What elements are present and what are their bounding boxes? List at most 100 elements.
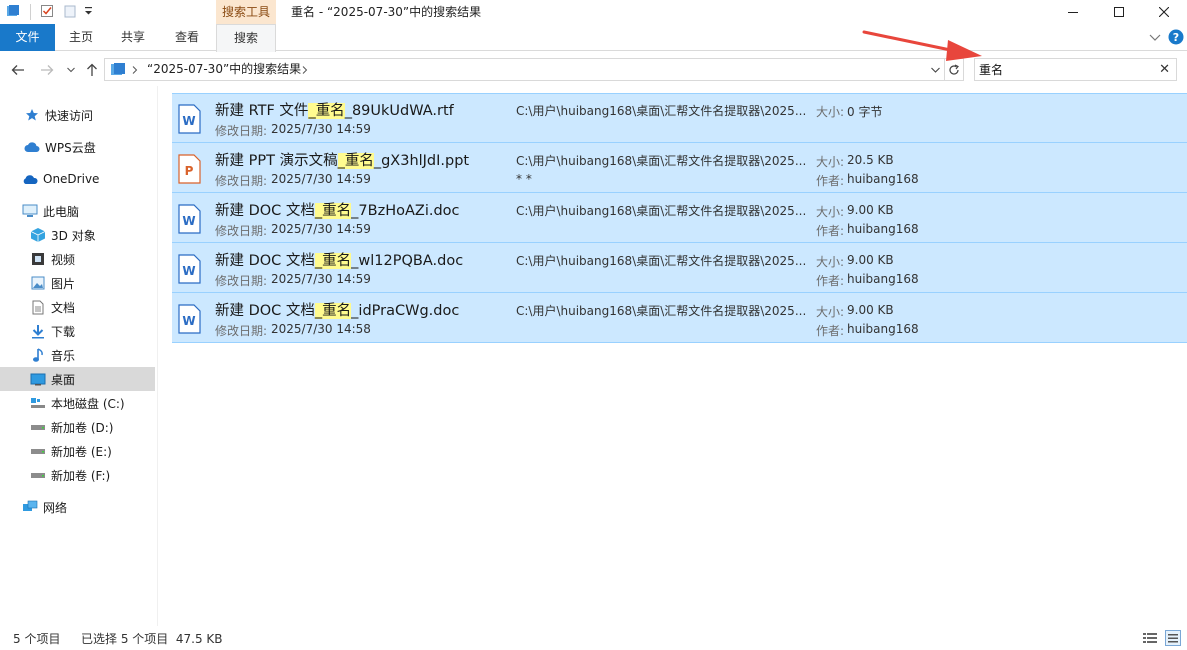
address-history-dropdown[interactable]	[927, 59, 944, 80]
nav-item-downloads[interactable]: 下载	[0, 319, 155, 343]
nav-item-label: 快速访问	[45, 108, 94, 123]
modified-date: 2025/7/30 14:59	[271, 272, 371, 286]
file-name[interactable]: 新建 DOC 文档_重名_idPraCWg.doc	[215, 299, 459, 320]
file-author: huibang168	[847, 322, 919, 336]
new-folder-icon[interactable]	[63, 4, 77, 18]
picture-icon	[30, 275, 46, 291]
nav-item-label: OneDrive	[43, 172, 100, 186]
document-icon	[30, 299, 46, 315]
file-row[interactable]: W 新建 DOC 文档_重名_7BzHoAZi.doc 修改日期: 2025/7…	[172, 193, 1187, 243]
expand-ribbon-icon[interactable]	[1149, 33, 1161, 43]
nav-item-onedrive[interactable]: OneDrive	[0, 167, 155, 191]
file-row[interactable]: W 新建 DOC 文档_重名_wl12PQBA.doc 修改日期: 2025/7…	[172, 243, 1187, 293]
tab-view[interactable]: 查看	[163, 24, 211, 51]
size-label: 大小:	[816, 155, 845, 169]
search-box[interactable]: ✕	[974, 58, 1177, 81]
music-icon	[30, 347, 46, 363]
author-label: 作者:	[816, 224, 845, 238]
help-icon[interactable]: ?	[1168, 29, 1184, 45]
nav-item-pictures[interactable]: 图片	[0, 271, 155, 295]
file-name-prefix: 新建 RTF 文件	[215, 103, 309, 119]
file-name[interactable]: 新建 PPT 演示文稿_重名_gX3hlJdI.ppt	[215, 149, 469, 170]
nav-item-label: 视频	[51, 252, 76, 267]
file-name-suffix: _gX3hlJdI.ppt	[373, 153, 470, 169]
file-path: C:\用户\huibang168\桌面\汇帮文件名提取器\2025...	[516, 254, 807, 268]
file-path: C:\用户\huibang168\桌面\汇帮文件名提取器\2025...	[516, 204, 807, 218]
minimize-button[interactable]	[1050, 0, 1096, 24]
file-row[interactable]: P 新建 PPT 演示文稿_重名_gX3hlJdI.ppt 修改日期: 2025…	[172, 143, 1187, 193]
file-extra-info: * *	[516, 172, 532, 186]
tab-home[interactable]: 主页	[57, 24, 105, 51]
search-results-folder-icon	[111, 63, 125, 75]
file-row[interactable]: W 新建 DOC 文档_重名_idPraCWg.doc 修改日期: 2025/7…	[172, 293, 1187, 343]
nav-item-documents[interactable]: 文档	[0, 295, 155, 319]
nav-item-label: 音乐	[51, 348, 76, 363]
file-name[interactable]: 新建 DOC 文档_重名_7BzHoAZi.doc	[215, 199, 460, 220]
nav-item-wps-cloud[interactable]: WPS云盘	[0, 135, 155, 159]
nav-item-videos[interactable]: 视频	[0, 247, 155, 271]
clear-search-button[interactable]: ✕	[1159, 62, 1170, 77]
properties-icon[interactable]	[40, 4, 54, 18]
tab-share[interactable]: 共享	[109, 24, 157, 51]
author-label: 作者:	[816, 324, 845, 338]
video-icon	[30, 251, 46, 267]
file-name-prefix: 新建 PPT 演示文稿	[215, 153, 338, 169]
details-view-icon[interactable]	[1142, 630, 1158, 646]
file-row[interactable]: W 新建 RTF 文件_重名_89UkUdWA.rtf 修改日期: 2025/7…	[172, 93, 1187, 143]
file-name-suffix: _7BzHoAZi.doc	[351, 203, 460, 219]
nav-item-desktop[interactable]: 桌面	[0, 367, 155, 391]
breadcrumb-current[interactable]: “2025-07-30”中的搜索结果	[147, 59, 301, 80]
recent-locations-button[interactable]	[62, 61, 80, 79]
customize-toolbar-icon[interactable]	[82, 4, 96, 18]
close-button[interactable]	[1141, 0, 1187, 24]
navigation-pane: 快速访问 WPS云盘 OneDrive 此电脑 3D 对象 视频 图片 文档 下…	[0, 86, 157, 626]
search-input[interactable]	[979, 61, 1149, 78]
size-label: 大小:	[816, 255, 845, 269]
nav-item-music[interactable]: 音乐	[0, 343, 155, 367]
content-view-icon[interactable]	[1165, 630, 1181, 646]
annotation-arrow-icon	[862, 30, 982, 61]
window-title: 重名 - “2025-07-30”中的搜索结果	[291, 5, 482, 19]
close-icon	[1159, 7, 1169, 17]
file-name[interactable]: 新建 DOC 文档_重名_wl12PQBA.doc	[215, 249, 463, 270]
file-author: huibang168	[847, 222, 919, 236]
nav-item-quick-access[interactable]: 快速访问	[0, 103, 155, 127]
tab-file[interactable]: 文件	[0, 24, 55, 51]
address-row: “2025-07-30”中的搜索结果 ✕	[0, 53, 1187, 86]
cube-icon	[30, 227, 46, 243]
size-label: 大小:	[816, 305, 845, 319]
svg-text:?: ?	[1173, 31, 1179, 44]
title-bar: 搜索工具 重名 - “2025-07-30”中的搜索结果	[0, 0, 1187, 24]
modified-date: 2025/7/30 14:58	[271, 322, 371, 336]
word-file-icon: W	[178, 304, 201, 334]
breadcrumb-chevron-icon[interactable]	[302, 66, 308, 74]
nav-item-this-pc[interactable]: 此电脑	[0, 199, 155, 223]
tab-search[interactable]: 搜索	[216, 24, 276, 52]
maximize-button[interactable]	[1096, 0, 1142, 24]
nav-item-drive-f[interactable]: 新加卷 (F:)	[0, 463, 155, 487]
forward-button[interactable]	[38, 61, 56, 79]
file-size: 20.5 KB	[847, 153, 894, 167]
nav-item-drive-d[interactable]: 新加卷 (D:)	[0, 415, 155, 439]
date-label: 修改日期:	[215, 174, 268, 188]
size-label: 大小:	[816, 205, 845, 219]
file-name[interactable]: 新建 RTF 文件_重名_89UkUdWA.rtf	[215, 99, 454, 120]
back-button[interactable]	[9, 61, 27, 79]
file-name-suffix: _idPraCWg.doc	[351, 303, 460, 319]
up-button[interactable]	[83, 61, 101, 79]
nav-item-drive-c[interactable]: 本地磁盘 (C:)	[0, 391, 155, 415]
breadcrumb-chevron-icon[interactable]	[132, 66, 138, 74]
drive-icon	[30, 443, 46, 459]
search-results-list: W 新建 RTF 文件_重名_89UkUdWA.rtf 修改日期: 2025/7…	[172, 93, 1187, 343]
file-name-prefix: 新建 DOC 文档	[215, 303, 315, 319]
nav-item-network[interactable]: 网络	[0, 495, 155, 519]
refresh-icon	[948, 63, 959, 75]
word-file-icon: W	[178, 254, 201, 284]
nav-item-drive-e[interactable]: 新加卷 (E:)	[0, 439, 155, 463]
word-file-icon: W	[178, 204, 201, 234]
address-bar[interactable]: “2025-07-30”中的搜索结果	[104, 58, 945, 81]
file-name-match: 重名	[344, 153, 374, 169]
search-tools-context-tab: 搜索工具	[216, 0, 276, 24]
chevron-down-icon	[67, 67, 75, 73]
nav-item-3d-objects[interactable]: 3D 对象	[0, 223, 155, 247]
